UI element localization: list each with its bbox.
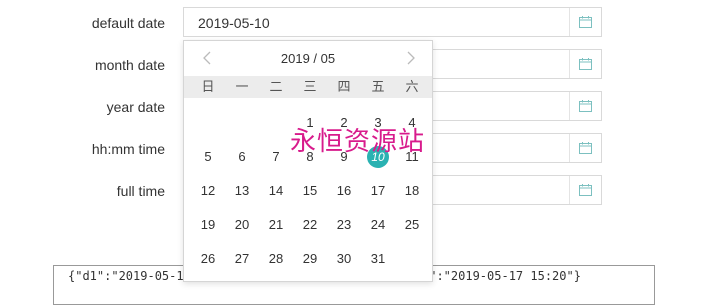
calendar-day-number: 16 (336, 183, 352, 198)
calendar-icon (579, 16, 592, 28)
calendar-empty-cell (395, 242, 429, 276)
calendar-day-number: 31 (370, 251, 386, 266)
weekday-label: 五 (371, 79, 385, 94)
calendar-week-row: 26 27 28 29 30 31 (191, 242, 429, 276)
calendar-day[interactable]: 18 (395, 174, 429, 208)
year-date-calendar-button[interactable] (569, 92, 601, 120)
default-date-calendar-button[interactable] (569, 8, 601, 36)
calendar-icon (579, 142, 592, 154)
calendar-day-number: 14 (268, 183, 284, 198)
label-year-date: year date (106, 99, 165, 115)
calendar-day[interactable]: 14 (259, 174, 293, 208)
next-month-button[interactable] (404, 50, 418, 66)
calendar-day[interactable]: 15 (293, 174, 327, 208)
calendar-day[interactable]: 22 (293, 208, 327, 242)
calendar-day-number: 29 (302, 251, 318, 266)
calendar-day[interactable]: 31 (361, 242, 395, 276)
calendar-week-row: 19 20 21 22 23 24 25 (191, 208, 429, 242)
calendar-icon (579, 58, 592, 70)
calendar-day[interactable]: 27 (225, 242, 259, 276)
calendar-day[interactable]: 30 (327, 242, 361, 276)
calendar-day[interactable]: 21 (259, 208, 293, 242)
calendar-day-number: 26 (200, 251, 216, 266)
calendar-day-number: 15 (302, 183, 318, 198)
weekday-label: 一 (235, 79, 249, 94)
default-date-value: 2019-05-10 (198, 15, 270, 31)
calendar-day[interactable]: 29 (293, 242, 327, 276)
weekday-label: 四 (337, 79, 351, 94)
calendar-day-number: 17 (370, 183, 386, 198)
calendar-day[interactable]: 13 (225, 174, 259, 208)
calendar-day-number: 27 (234, 251, 250, 266)
label-hhmm-time: hh:mm time (91, 141, 165, 157)
weekday-header: 日 一 二 三 四 五 六 (184, 76, 432, 98)
calendar-day[interactable]: 23 (327, 208, 361, 242)
calendar-day-number: 12 (200, 183, 216, 198)
calendar-day[interactable]: 24 (361, 208, 395, 242)
calendar-day-number: 18 (404, 183, 420, 198)
calendar-day-number: 23 (336, 217, 352, 232)
month-date-calendar-button[interactable] (569, 50, 601, 78)
default-date-field[interactable]: 2019-05-10 (183, 7, 602, 37)
calendar-icon (579, 184, 592, 196)
calendar-day[interactable]: 19 (191, 208, 225, 242)
chevron-right-icon (407, 51, 415, 65)
calendar-day[interactable]: 12 (191, 174, 225, 208)
calendar-week-row: 12 13 14 15 16 17 18 (191, 174, 429, 208)
calendar-day-number: 6 (238, 149, 246, 164)
calendar-day-number: 25 (404, 217, 420, 232)
watermark: 永恒资源站 (290, 127, 426, 157)
calendar-title[interactable]: 2019 / 05 (184, 51, 432, 67)
calendar-day[interactable]: 20 (225, 208, 259, 242)
calendar-day[interactable]: 16 (327, 174, 361, 208)
calendar-day-number: 5 (204, 149, 212, 164)
label-default-date: default date (91, 15, 165, 31)
calendar-day[interactable]: 28 (259, 242, 293, 276)
calendar-day[interactable]: 26 (191, 242, 225, 276)
weekday-label: 六 (405, 79, 419, 94)
label-month-date: month date (94, 57, 165, 73)
calendar-day[interactable]: 5 (191, 140, 225, 174)
calendar-day-number: 22 (302, 217, 318, 232)
calendar-empty-cell (225, 106, 259, 140)
weekday-label: 日 (201, 79, 215, 94)
date-picker-popup: 2019 / 05 日 一 二 三 四 五 六 1 2 3 4 5 6 7 8 9 10 11 12 1… (183, 40, 433, 282)
calendar-day-number: 19 (200, 217, 216, 232)
calendar-title-text: 2019 / 05 (280, 51, 336, 66)
calendar-day-number: 30 (336, 251, 352, 266)
hhmm-time-calendar-button[interactable] (569, 134, 601, 162)
calendar-day-number: 24 (370, 217, 386, 232)
calendar-day-number: 7 (272, 149, 280, 164)
calendar-day-number: 20 (234, 217, 250, 232)
weekday-label: 三 (303, 79, 317, 94)
calendar-day-number: 21 (268, 217, 284, 232)
calendar-day[interactable]: 7 (259, 140, 293, 174)
calendar-icon (579, 100, 592, 112)
weekday-label: 二 (269, 79, 283, 94)
calendar-day[interactable]: 17 (361, 174, 395, 208)
calendar-day-number: 13 (234, 183, 250, 198)
calendar-empty-cell (191, 106, 225, 140)
calendar-empty-cell (259, 106, 293, 140)
calendar-day[interactable]: 25 (395, 208, 429, 242)
label-full-time: full time (116, 183, 165, 199)
calendar-day[interactable]: 6 (225, 140, 259, 174)
full-time-calendar-button[interactable] (569, 176, 601, 204)
calendar-header: 2019 / 05 (184, 41, 432, 75)
calendar-day-number: 28 (268, 251, 284, 266)
